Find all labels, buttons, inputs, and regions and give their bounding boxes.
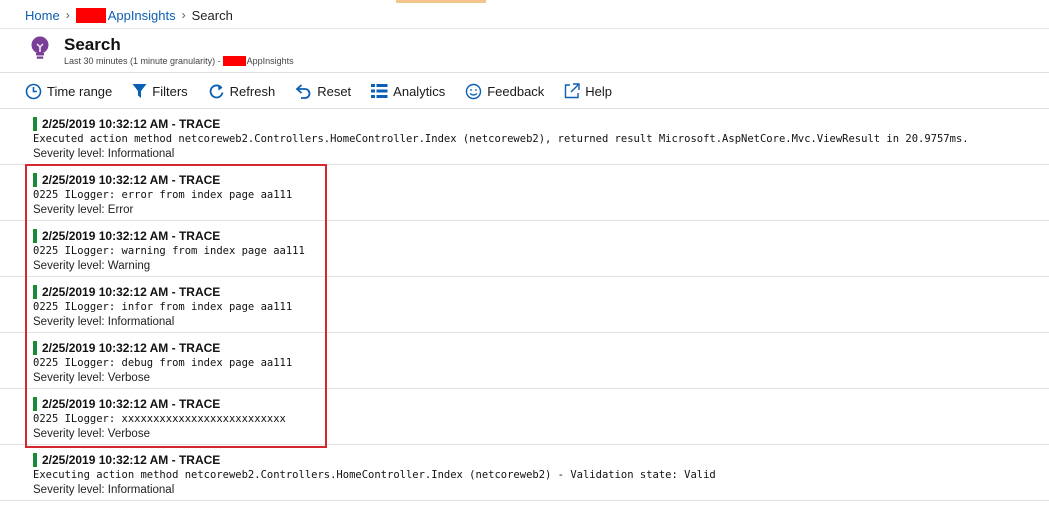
result-title: 2/25/2019 10:32:12 AM - TRACE (42, 173, 221, 187)
reset-label: Reset (317, 83, 352, 99)
feedback-label: Feedback (487, 83, 545, 99)
result-severity: Severity level: Informational (33, 316, 175, 328)
breadcrumb-separator-icon: › (65, 8, 70, 22)
result-severity: Severity level: Warning (33, 260, 151, 272)
breadcrumb-resource[interactable]: AppInsights (108, 8, 176, 23)
redacted-block (222, 56, 246, 66)
smiley-icon (466, 83, 482, 99)
feedback-button[interactable]: Feedback (465, 83, 544, 100)
results-list: 2/25/2019 10:32:12 AM - TRACE Executed a… (0, 109, 1049, 501)
severity-marker (33, 117, 37, 131)
analytics-grid-icon (371, 84, 388, 98)
page-subtitle: Last 30 minutes (1 minute granularity) -… (64, 56, 294, 66)
breadcrumb-separator-icon: › (181, 8, 186, 22)
breadcrumb: Home › AppInsights › Search (25, 7, 233, 23)
result-item[interactable]: 2/25/2019 10:32:12 AM - TRACE 0225 ILogg… (0, 221, 1049, 277)
redacted-block (75, 7, 106, 23)
result-title: 2/25/2019 10:32:12 AM - TRACE (42, 341, 221, 355)
subtitle-resource: AppInsights (246, 56, 294, 66)
divider (0, 28, 1049, 29)
subtitle-time-range: Last 30 minutes (1 minute granularity) - (64, 56, 221, 66)
result-item[interactable]: 2/25/2019 10:32:12 AM - TRACE Executing … (0, 445, 1049, 501)
result-severity: Severity level: Verbose (33, 372, 150, 384)
filters-button[interactable]: Filters (132, 83, 188, 99)
funnel-icon (132, 84, 147, 98)
result-title: 2/25/2019 10:32:12 AM - TRACE (42, 397, 221, 411)
result-message: 0225 ILogger: debug from index page aa11… (33, 357, 293, 369)
time-range-label: Time range (47, 83, 113, 99)
severity-marker (33, 229, 37, 243)
result-message: 0225 ILogger: error from index page aa11… (33, 189, 293, 201)
help-button[interactable]: Help (564, 83, 612, 99)
result-item[interactable]: 2/25/2019 10:32:12 AM - TRACE 0225 ILogg… (0, 333, 1049, 389)
filters-label: Filters (152, 83, 188, 99)
result-message: Executed action method netcoreweb2.Contr… (33, 133, 969, 145)
result-item[interactable]: 2/25/2019 10:32:12 AM - TRACE 0225 ILogg… (0, 165, 1049, 221)
divider (0, 72, 1049, 73)
refresh-label: Refresh (229, 83, 276, 99)
severity-marker (33, 397, 37, 411)
breadcrumb-home[interactable]: Home (25, 8, 60, 23)
time-range-button[interactable]: Time range (25, 83, 112, 100)
result-severity: Severity level: Informational (33, 484, 175, 496)
result-item[interactable]: 2/25/2019 10:32:12 AM - TRACE 0225 ILogg… (0, 389, 1049, 445)
result-message: 0225 ILogger: warning from index page aa… (33, 245, 305, 257)
clock-icon (25, 83, 42, 99)
severity-marker (33, 285, 37, 299)
result-severity: Severity level: Informational (33, 148, 175, 160)
undo-icon (295, 83, 311, 99)
severity-marker (33, 341, 37, 355)
result-message: 0225 ILogger: xxxxxxxxxxxxxxxxxxxxxxxxxx (33, 413, 286, 425)
analytics-label: Analytics (393, 83, 446, 99)
refresh-icon (209, 84, 224, 98)
result-severity: Severity level: Error (33, 204, 134, 216)
result-title: 2/25/2019 10:32:12 AM - TRACE (42, 229, 221, 243)
analytics-button[interactable]: Analytics (371, 83, 445, 99)
toolbar: Time range Filters Refresh Reset Analyti… (25, 80, 632, 102)
result-title: 2/25/2019 10:32:12 AM - TRACE (42, 453, 221, 467)
result-title: 2/25/2019 10:32:12 AM - TRACE (42, 285, 221, 299)
result-item[interactable]: 2/25/2019 10:32:12 AM - TRACE 0225 ILogg… (0, 277, 1049, 333)
external-link-icon (565, 83, 580, 99)
lightbulb-icon (30, 36, 50, 62)
breadcrumb-current: Search (191, 7, 233, 23)
severity-marker (33, 173, 37, 187)
reset-button[interactable]: Reset (295, 83, 351, 100)
refresh-button[interactable]: Refresh (208, 83, 276, 100)
severity-marker (33, 453, 37, 467)
page-title: Search (64, 35, 121, 54)
top-accent-bar (396, 0, 486, 3)
result-message: Executing action method netcoreweb2.Cont… (33, 469, 716, 481)
result-message: 0225 ILogger: infor from index page aa11… (33, 301, 293, 313)
result-severity: Severity level: Verbose (33, 428, 150, 440)
help-label: Help (585, 83, 613, 99)
result-title: 2/25/2019 10:32:12 AM - TRACE (42, 117, 221, 131)
result-item[interactable]: 2/25/2019 10:32:12 AM - TRACE Executed a… (0, 109, 1049, 165)
